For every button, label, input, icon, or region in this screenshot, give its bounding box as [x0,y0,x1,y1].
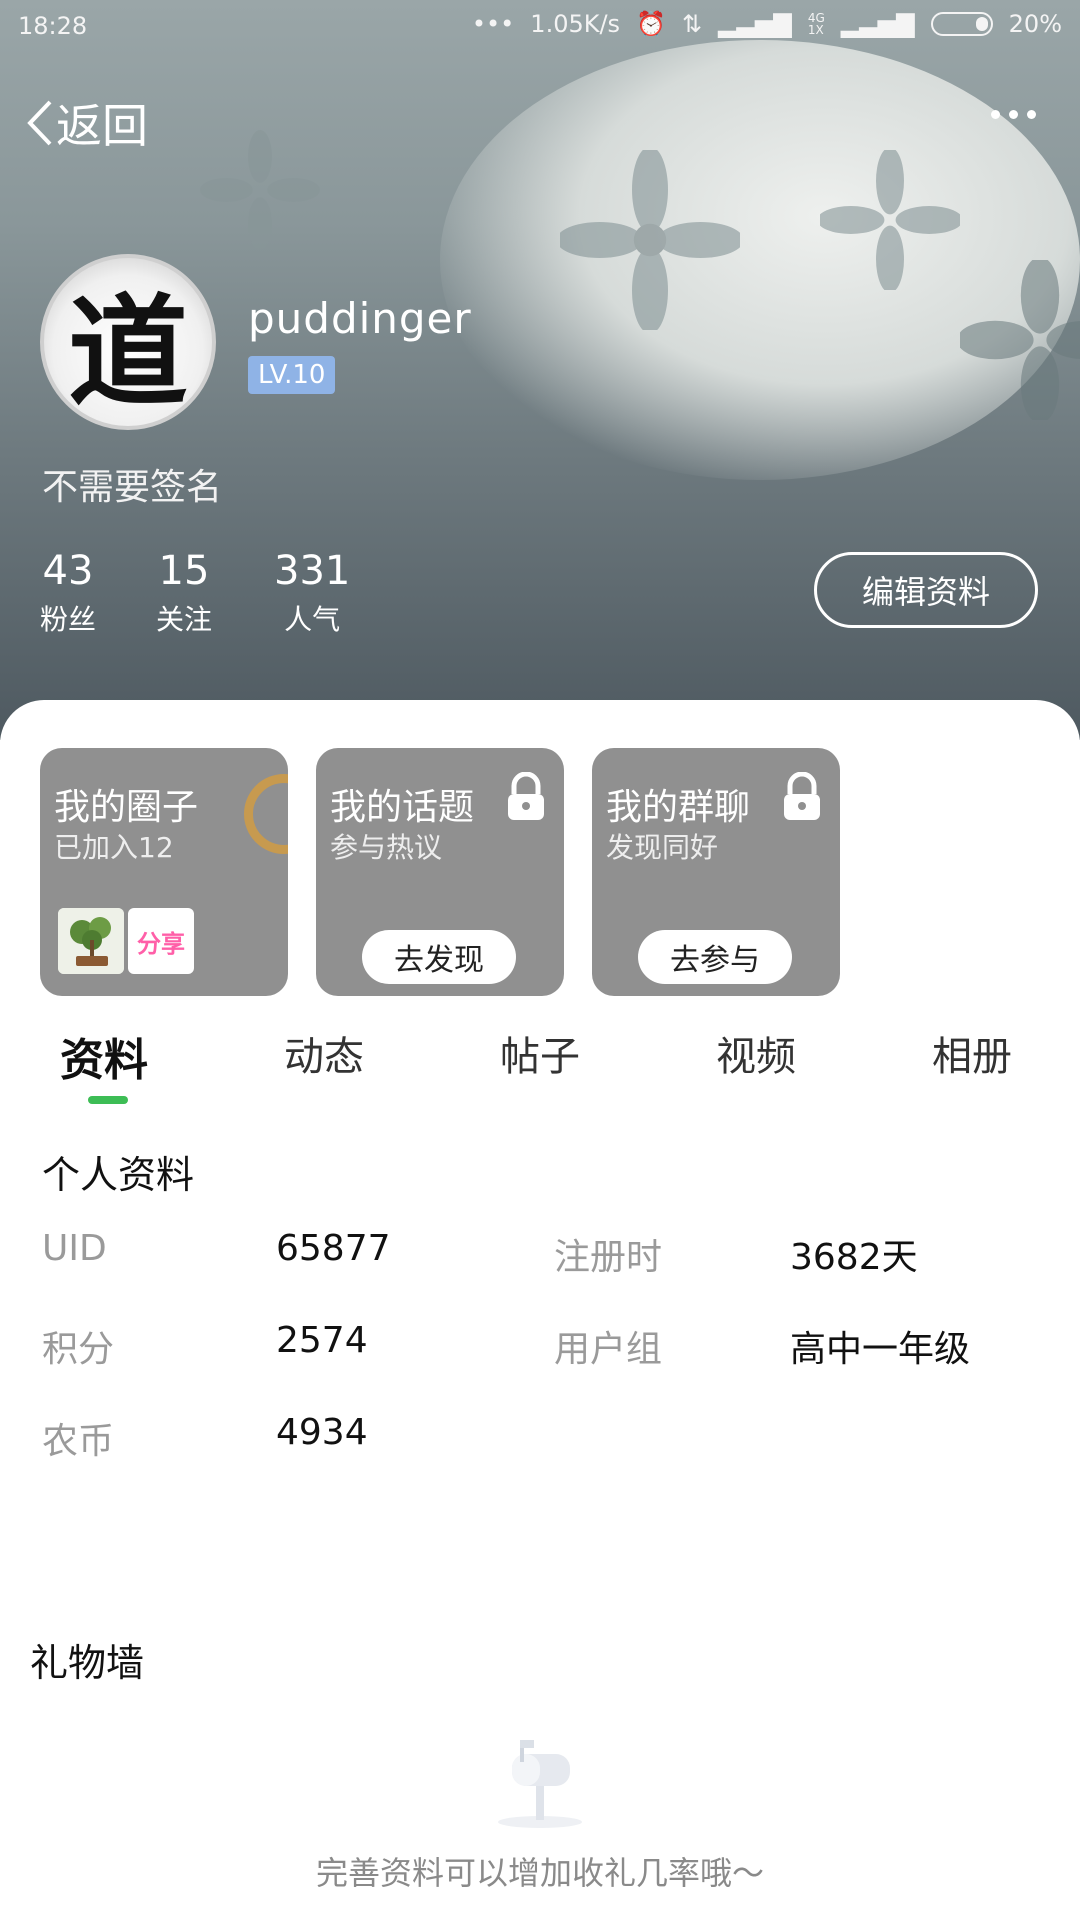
more-dot-icon [1027,110,1036,119]
info-label-uid: UID [42,1228,107,1269]
join-button[interactable]: 去参与 [638,930,792,984]
dots-icon: ••• [471,10,515,38]
gift-wall-title: 礼物墙 [30,1641,145,1685]
avatar-glyph: 道 [68,282,188,423]
4g-icon: 4G 1X [807,11,825,37]
info-label-registered: 注册时 [554,1237,663,1278]
signal-icon: ▂▃▅▇ [718,10,792,38]
lock-icon [508,772,544,820]
data-arrows-icon: ⇅ [681,10,703,38]
network-speed: 1.05K/s [530,10,621,38]
personal-info-title: 个人资料 [42,1153,195,1197]
more-options-button[interactable] [991,110,1036,119]
signal-icon: ▂▃▅▇ [840,10,915,38]
edit-profile-button[interactable]: 编辑资料 [814,552,1038,628]
battery-icon [930,12,993,36]
stat-number: 15 [158,548,210,594]
bonsai-icon [58,908,124,974]
status-bar: 18:28 ••• 1.05K/s ⏰ ⇅ ▂▃▅▇ 4G 1X ▂▃▅▇ 20% [0,0,1080,56]
stat-number: 43 [42,548,94,594]
info-value-user-group: 高中一年级 [790,1329,971,1370]
more-dot-icon [991,110,1000,119]
info-value-points: 2574 [276,1320,368,1361]
card-subtitle: 发现同好 [606,831,719,864]
card-my-topics[interactable]: 我的话题 参与热议 去发现 [316,748,564,996]
card-subtitle: 已加入12 [54,831,174,864]
gift-wall-hint: 完善资料可以增加收礼几率哦～ [315,1854,764,1892]
stat-label: 人气 [284,603,341,636]
signature: 不需要签名 [42,467,223,508]
info-label-points: 积分 [42,1329,115,1370]
circle-thumbnail[interactable]: 分享 [128,908,194,974]
active-tab-indicator [88,1096,128,1104]
info-value-coins: 4934 [276,1412,368,1453]
card-title: 我的群聊 [606,787,751,828]
avatar[interactable]: 道 [40,254,216,430]
discover-button[interactable]: 去发现 [362,930,516,984]
info-value-registered: 3682天 [790,1237,918,1278]
info-label-user-group: 用户组 [554,1329,663,1370]
tab-videos[interactable]: 视频 [716,1024,796,1082]
stat-following[interactable]: 15 关注 [156,548,212,638]
card-my-group-chats[interactable]: 我的群聊 发现同好 去参与 [592,748,840,996]
tab-posts[interactable]: 帖子 [500,1024,580,1082]
info-value-uid: 65877 [276,1228,391,1269]
flower-decoration [820,150,960,290]
mailbox-icon [498,1740,582,1828]
share-thumb-label: 分享 [137,929,185,958]
stat-popularity: 331 人气 [274,548,350,638]
flower-decoration [960,260,1080,420]
alarm-icon: ⏰ [636,10,666,38]
username: puddinger [248,294,472,343]
back-button[interactable]: 返回 [22,90,148,156]
chevron-left-icon [27,100,52,146]
more-dot-icon [1009,110,1018,119]
card-subtitle: 参与热议 [330,831,443,864]
flower-decoration [200,130,320,250]
tab-albums[interactable]: 相册 [932,1024,1012,1082]
flower-decoration [560,150,740,330]
circle-thumbnail[interactable] [58,908,124,974]
stat-number: 331 [274,548,351,594]
circle-ring-icon [244,774,288,854]
lock-icon [784,772,820,820]
card-title: 我的圈子 [54,787,199,828]
stat-followers[interactable]: 43 粉丝 [40,548,96,638]
card-title: 我的话题 [330,787,475,828]
tab-activity[interactable]: 动态 [284,1024,364,1082]
tab-profile-info[interactable]: 资料 [60,1024,148,1088]
info-label-coins: 农币 [42,1421,115,1462]
status-time: 18:28 [18,12,88,40]
card-my-circles[interactable]: 我的圈子 已加入12 分享 [40,748,288,996]
stat-label: 粉丝 [40,603,97,636]
back-label: 返回 [56,99,148,153]
stat-label: 关注 [156,603,213,636]
level-badge: LV.10 [248,356,336,394]
battery-percent: 20% [1008,10,1062,38]
